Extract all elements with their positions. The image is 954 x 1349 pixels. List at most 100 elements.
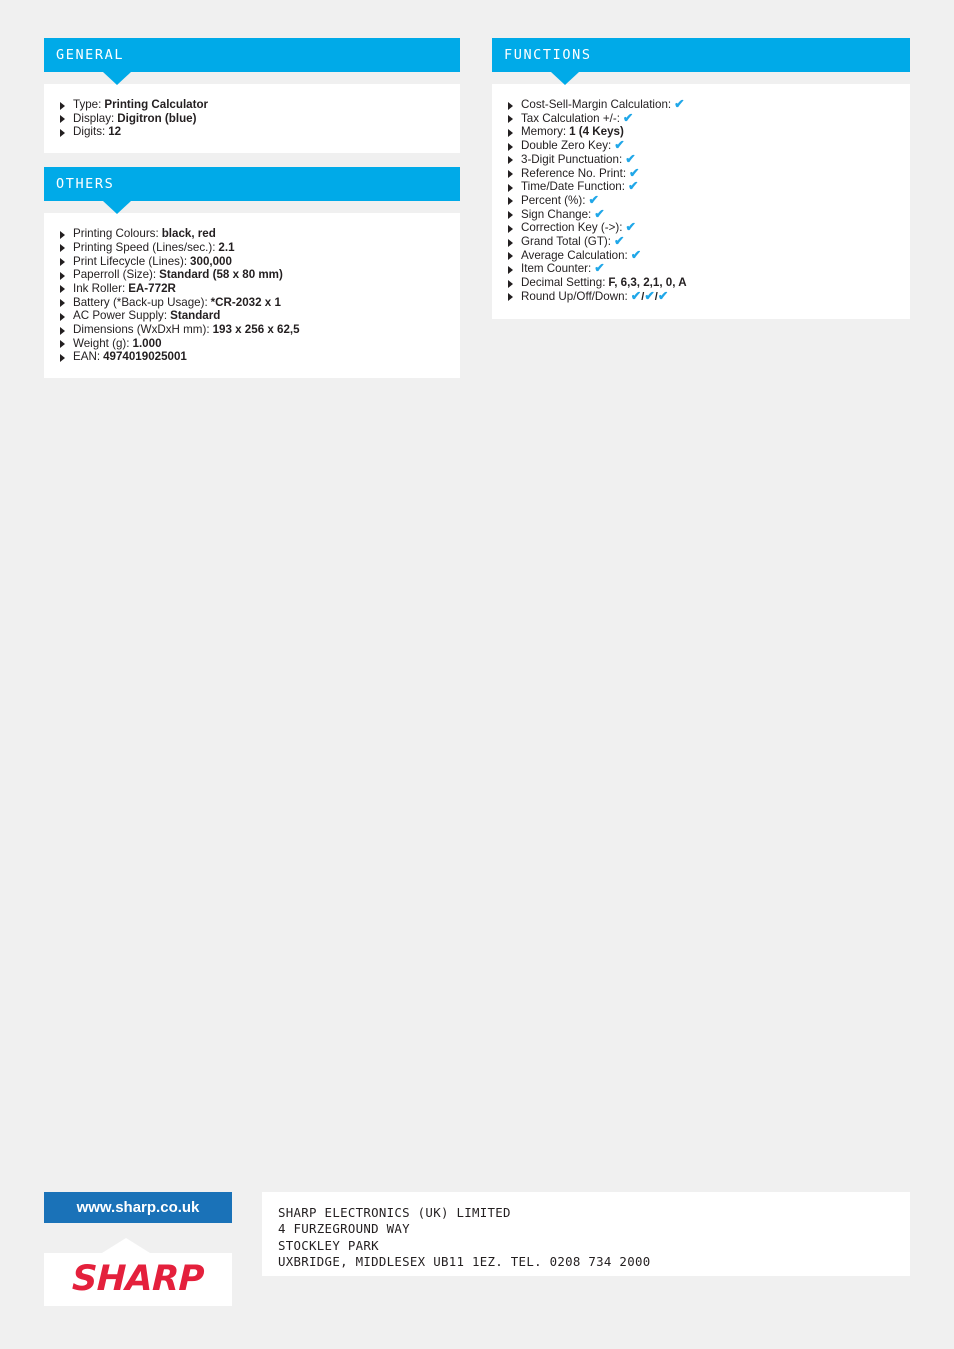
checkmark-icon: ✔ (588, 192, 599, 207)
address-line: SHARP ELECTRONICS (UK) LIMITED (278, 1205, 511, 1220)
spec-label: Reference No. Print: (521, 166, 627, 180)
address-line: UXBRIDGE, MIDDLESEX UB11 1EZ. TEL. 0208 … (278, 1254, 651, 1270)
triangle-bullet-icon (60, 340, 65, 349)
spec-label: Cost-Sell-Margin Calculation: (521, 98, 672, 111)
spec-row: EAN: 4974019025001 (58, 350, 446, 364)
panel-general-title: GENERAL (56, 47, 125, 63)
checkmark-icon: ✔ (594, 206, 605, 221)
spec-label: Average Calculation: (521, 248, 628, 262)
spec-row: Tax Calculation +/-: ✔ (506, 110, 896, 126)
triangle-bullet-icon (508, 115, 513, 124)
spec-row: Time/Date Function: ✔ (506, 179, 896, 194)
panel-functions: FUNCTIONS Cost-Sell-Margin Calculation: ✔… (492, 38, 910, 319)
spec-row: Grand Total (GT): ✔ (506, 234, 896, 249)
triangle-bullet-icon (60, 258, 65, 267)
checkmark-icon: ✔ (614, 138, 625, 153)
general-spec-list: Type: Printing Calculator Display: Digitron… (58, 98, 446, 139)
spec-value: F, 6,3, 2,1, 0, A (608, 276, 687, 290)
spec-label: Item Counter: (521, 262, 592, 276)
spec-value: black, red (161, 227, 216, 241)
checkmark-icon: ✔ (625, 220, 636, 235)
spec-row: Average Calculation: ✔ (506, 247, 896, 263)
panel-general: GENERAL Type: Printing Calculator Display:… (44, 38, 460, 154)
spec-row: Weight (g): 1.000 (58, 337, 446, 351)
address-line: 4 FURZEGROUND WAY (278, 1221, 410, 1237)
panel-general-body: Type: Printing Calculator Display: Digitron… (44, 84, 460, 154)
triangle-bullet-icon (508, 293, 513, 302)
triangle-bullet-icon (508, 170, 513, 179)
triangle-bullet-icon (508, 183, 513, 192)
spec-value: *CR-2032 x 1 (210, 295, 281, 309)
triangle-bullet-icon (508, 252, 513, 261)
panel-functions-body: Cost-Sell-Margin Calculation: ✔ Tax Calcul… (492, 84, 910, 319)
checkmark-icon: ✔ (622, 110, 634, 125)
spec-label: Time/Date Function: (521, 180, 625, 194)
spec-row: Cost-Sell-Margin Calculation: ✔ (506, 97, 896, 112)
triangle-bullet-icon (508, 211, 513, 220)
checkmark-icon: ✔ (630, 247, 642, 262)
spec-label: Double Zero Key: (521, 139, 612, 153)
spec-row: Printing Colours: black, red (58, 227, 446, 241)
spec-label: Correction Key (->): (521, 221, 623, 235)
address-line: STOCKLEY PARK (278, 1237, 379, 1253)
spec-row: Display: Digitron (blue) (58, 112, 446, 126)
triangle-bullet-icon (508, 279, 513, 288)
spec-label: Printing Colours: (73, 227, 159, 241)
sharp-logo: SHARP (71, 1259, 205, 1299)
checkmark-icon: ✔ (657, 288, 669, 303)
page-footer: www.sharp.co.uk SHARP SHARP ELECTRONICS … (0, 1192, 954, 1322)
spec-row: Decimal Setting: F, 6,3, 2,1, 0, A (506, 276, 896, 290)
left-column: GENERAL Type: Printing Calculator Display:… (44, 38, 460, 392)
sharp-logo-card: SHARP (44, 1238, 232, 1306)
spec-label: Type: (73, 98, 102, 111)
spec-row: Dimensions (WxDxH mm): 193 x 256 x 62,5 (58, 323, 446, 337)
others-spec-list: Printing Colours: black, red Printing Spee… (58, 227, 446, 364)
panel-others-title: OTHERS (56, 176, 115, 193)
triangle-notch-icon (103, 72, 131, 85)
triangle-bullet-icon (60, 299, 65, 308)
spec-value: 300,000 (190, 254, 232, 268)
company-address-card: SHARP ELECTRONICS (UK) LIMITED 4 FURZEGR… (262, 1192, 910, 1276)
checkmark-icon: ✔ (630, 288, 642, 303)
spec-row: Reference No. Print: ✔ (506, 165, 896, 181)
spec-label: AC Power Supply: (73, 309, 168, 323)
spec-value: Digitron (blue) (117, 111, 197, 125)
triangle-bullet-icon (60, 326, 65, 335)
spec-label: Ink Roller: (73, 281, 126, 295)
triangle-bullet-icon (508, 128, 513, 137)
panel-functions-header: FUNCTIONS (492, 38, 910, 85)
triangle-notch-icon (103, 201, 131, 215)
spec-label: Grand Total (GT): (521, 235, 611, 249)
checkmark-icon: ✔ (629, 165, 640, 180)
spec-label: Memory: (521, 125, 567, 139)
spec-label: EAN: (73, 350, 101, 364)
triangle-bullet-icon (60, 128, 65, 137)
triangle-notch-up-icon (102, 1238, 150, 1253)
triangle-bullet-icon (60, 285, 65, 294)
spec-row: Round Up/Off/Down: ✔/✔/✔ (506, 288, 896, 305)
triangle-bullet-icon (60, 271, 65, 280)
spec-value: Standard (58 x 80 mm) (159, 268, 283, 282)
spec-row: Print Lifecycle (Lines): 300,000 (58, 255, 446, 269)
panel-functions-title: FUNCTIONS (504, 47, 592, 63)
spec-value: Printing Calculator (104, 98, 209, 111)
website-link-badge[interactable]: www.sharp.co.uk (44, 1192, 232, 1223)
spec-label: Sign Change: (521, 207, 592, 221)
spec-row: Percent (%): ✔ (506, 192, 896, 208)
triangle-bullet-icon (508, 238, 513, 247)
triangle-bullet-icon (508, 156, 513, 165)
spec-row: AC Power Supply: Standard (58, 309, 446, 323)
spec-row: Digits: 12 (58, 125, 446, 139)
spec-label: Display: (73, 111, 115, 125)
spec-row: Correction Key (->): ✔ (506, 220, 896, 235)
spec-value: 12 (108, 125, 122, 139)
triangle-bullet-icon (508, 265, 513, 274)
spec-row: Memory: 1 (4 Keys) (506, 125, 896, 139)
spec-label: 3-Digit Punctuation: (521, 152, 623, 166)
checkmark-icon: ✔ (674, 97, 685, 111)
checkmark-icon: ✔ (627, 179, 639, 194)
triangle-bullet-icon (508, 197, 513, 206)
triangle-bullet-icon (60, 244, 65, 253)
spec-row: Battery (*Back-up Usage): *CR-2032 x 1 (58, 296, 446, 310)
checkmark-icon: ✔ (644, 288, 655, 303)
